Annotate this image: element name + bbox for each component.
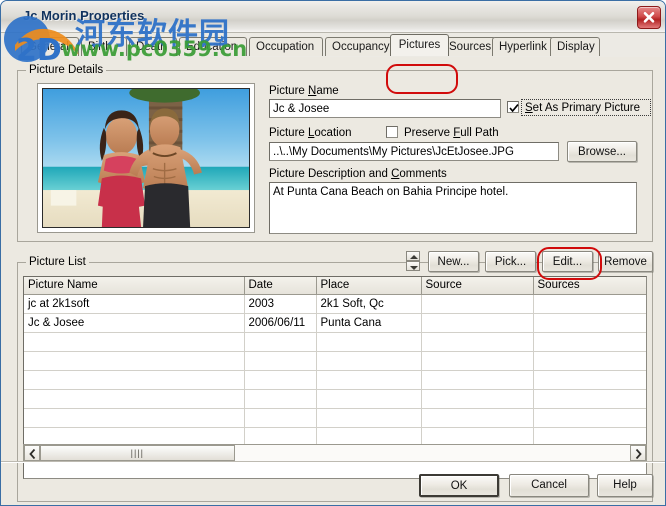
picture-details-group-label: Picture Details [26,64,107,76]
remove-picture-button[interactable]: Remove [598,251,653,272]
cancel-button[interactable]: Cancel [509,474,589,497]
tab-sources[interactable]: Sources [442,37,496,56]
picture-name-label: Picture Name [269,85,339,97]
picture-location-input[interactable]: ..\..\My Documents\My Pictures\JcEtJosee… [269,142,559,161]
picture-list-hscrollbar[interactable]: |||| [23,444,647,462]
table-row-empty [24,332,646,352]
pick-picture-button[interactable]: Pick... [485,251,536,272]
picture-preview-frame[interactable] [37,83,255,233]
spinner-up-button[interactable] [406,251,420,261]
spin-down-icon [410,266,418,270]
hscroll-thumb[interactable]: |||| [40,445,235,461]
cell-sources[interactable] [533,294,646,314]
spinner-down-button[interactable] [406,261,420,271]
tab-hyperlink[interactable]: Hyperlink [492,37,554,56]
tab-education[interactable]: Education [179,37,247,56]
close-button[interactable] [637,6,661,29]
new-picture-button[interactable]: New... [428,251,479,272]
picture-description-label: Picture Description and Comments [269,168,447,180]
hscroll-left-button[interactable] [24,445,40,461]
table-header-row: Picture Name Date Place Source Sources [24,277,646,295]
column-header-picture-name[interactable]: Picture Name [24,277,245,295]
table-row-empty [24,351,646,371]
pictures-tab-panel: Picture Details Picture Name Jc & Josee … [1,57,665,505]
chevron-left-icon [29,449,36,459]
picture-index-spinner[interactable] [406,251,420,272]
column-header-place[interactable]: Place [316,277,422,295]
tab-birth[interactable]: Birth [81,37,127,56]
help-button[interactable]: Help [597,474,653,497]
window-title: Jc Morin Properties [23,8,145,23]
cell-place[interactable]: 2k1 Soft, Qc [316,294,422,314]
set-as-primary-checkbox[interactable] [507,101,519,113]
grip-icon: |||| [130,448,145,458]
column-header-date[interactable]: Date [244,277,317,295]
set-as-primary-label: Set As Primary Picture [525,102,641,114]
tab-general[interactable]: General [21,37,79,56]
picture-list-group-label: Picture List [26,256,89,268]
tab-occupancy[interactable]: Occupancy [325,37,397,56]
table-row-empty [24,408,646,428]
cell-date[interactable]: 2003 [244,294,317,314]
table-row-empty [24,389,646,409]
title-bar: Jc Morin Properties [1,1,665,33]
browse-button[interactable]: Browse... [567,141,637,162]
picture-preview-image [42,88,250,228]
properties-dialog-window: Jc Morin Properties General Birth Death … [0,0,666,506]
cell-sources[interactable] [533,313,646,333]
picture-list-table-element: Picture Name Date Place Source Sources j… [24,277,646,447]
tab-display[interactable]: Display [550,37,600,56]
cell-picture-name[interactable]: jc at 2k1soft [24,294,245,314]
tab-occupation[interactable]: Occupation [249,37,323,56]
picture-name-input[interactable]: Jc & Josee [269,99,501,118]
cell-source[interactable] [421,294,534,314]
table-row: Jc & Josee 2006/06/11 Punta Cana [24,313,646,333]
picture-location-label: Picture Location [269,127,352,139]
preserve-full-path-checkbox[interactable] [386,126,398,138]
tab-strip: General Birth Death Education Occupation… [1,33,665,94]
cell-date[interactable]: 2006/06/11 [244,313,317,333]
chevron-right-icon [635,449,642,459]
tab-pictures[interactable]: Pictures [390,34,449,56]
cell-place[interactable]: Punta Cana [316,313,422,333]
table-row: jc at 2k1soft 2003 2k1 Soft, Qc [24,294,646,314]
edit-picture-button[interactable]: Edit... [542,251,593,272]
tab-death[interactable]: Death [129,37,177,56]
hscroll-right-button[interactable] [630,445,646,461]
table-row-empty [24,370,646,390]
ok-button[interactable]: OK [419,474,499,497]
cell-source[interactable] [421,313,534,333]
spin-up-icon [410,255,418,259]
cell-picture-name[interactable]: Jc & Josee [24,313,245,333]
hscroll-track[interactable]: |||| [40,445,630,461]
preserve-full-path-label: Preserve Full Path [404,127,499,139]
footer-separator [1,461,665,463]
column-header-source[interactable]: Source [421,277,534,295]
column-header-sources[interactable]: Sources [533,277,646,295]
picture-description-input[interactable]: At Punta Cana Beach on Bahia Principe ho… [269,182,637,234]
